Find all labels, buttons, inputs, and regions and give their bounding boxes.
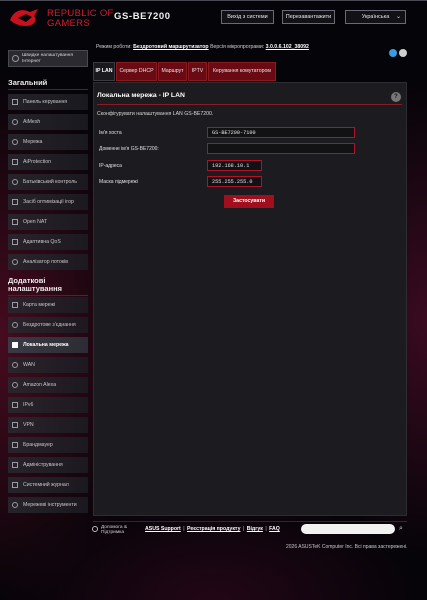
quick-setup-icon <box>12 55 19 62</box>
admin-icon <box>12 462 18 468</box>
page-title: Локальна мережа - IP LAN <box>97 92 185 99</box>
game-boost-icon <box>12 199 18 205</box>
globe-icon[interactable] <box>389 49 397 57</box>
dashboard-icon <box>12 99 18 105</box>
ip-address-label: IP-адреса <box>99 163 122 169</box>
search-icon[interactable]: ⌕ <box>399 525 403 533</box>
network-map-icon <box>12 302 18 308</box>
ipv6-icon <box>12 402 18 408</box>
sidebar-item-open-nat[interactable]: Open NAT <box>8 214 88 230</box>
general-section-title: Загальний <box>8 79 88 90</box>
language-select[interactable]: Українська ⌄ <box>345 10 406 24</box>
router-model: GS-BE7200 <box>114 11 171 22</box>
page-description: Сконфігурувати налаштування LAN GS-BE720… <box>97 111 214 117</box>
apply-button[interactable]: Застосувати <box>224 195 274 208</box>
tab-dhcp-server[interactable]: Сервер DHCP <box>116 62 157 81</box>
tab-route[interactable]: Маршрут <box>158 62 187 81</box>
sidebar-item-aiprotection[interactable]: AiProtection <box>8 154 88 170</box>
sidebar-item-wan[interactable]: WAN <box>8 357 88 373</box>
sidebar-item-system-log[interactable]: Системний журнал <box>8 477 88 493</box>
sidebar-item-network-tools[interactable]: Мережеві інструменти <box>8 497 88 513</box>
logout-button[interactable]: Вихід з системи <box>221 10 274 24</box>
operation-mode-link[interactable]: Бездротовий маршрутизатор <box>133 44 208 50</box>
wan-icon <box>12 362 18 368</box>
firmware-version-link[interactable]: 3.0.0.6.102_38092 <box>266 44 309 50</box>
sidebar-item-wireless[interactable]: Бездротове з'єднання <box>8 317 88 333</box>
status-line: Режим роботи: Бездротовий маршрутизатор … <box>96 44 309 50</box>
hostname-input[interactable] <box>207 127 355 138</box>
advanced-section-title: Додаткові налаштування <box>8 277 88 296</box>
sidebar-item-dashboard[interactable]: Панель керування <box>8 94 88 110</box>
quick-setup-button[interactable]: Швидке налаштування Інтернет <box>8 50 88 67</box>
help-support-icon <box>92 526 98 532</box>
system-log-icon <box>12 482 18 488</box>
lan-icon <box>12 342 18 348</box>
help-support-link[interactable]: Допомога & Підтримка <box>101 525 141 535</box>
sidebar-item-administration[interactable]: Адміністрування <box>8 457 88 473</box>
faq-link[interactable]: FAQ <box>269 526 280 532</box>
asus-support-link[interactable]: ASUS Support <box>145 526 181 532</box>
reboot-button[interactable]: Перезавантажити <box>282 10 335 24</box>
parental-icon <box>12 179 18 185</box>
sidebar-item-aimesh[interactable]: AiMesh <box>8 114 88 130</box>
subnet-mask-input[interactable] <box>207 176 262 187</box>
faq-search-input[interactable] <box>301 524 395 534</box>
rog-logo-icon <box>10 9 38 26</box>
open-nat-icon <box>12 219 18 225</box>
subnet-mask-label: Маска підмережі <box>99 179 138 185</box>
sidebar-item-vpn[interactable]: VPN <box>8 417 88 433</box>
settings-gear-icon[interactable] <box>399 49 407 57</box>
sidebar-item-network-map[interactable]: Карта мережі <box>8 297 88 313</box>
copyright-text: 2026 ASUSTeK Computer Inc. Всі права зас… <box>286 544 408 550</box>
domain-name-label: Доменне ім'я GS-BE7200: <box>99 146 159 152</box>
help-icon[interactable]: ? <box>391 92 401 102</box>
status-icons <box>389 44 409 62</box>
traffic-analyzer-icon <box>12 259 18 265</box>
product-registration-link[interactable]: Реєстрація продукту <box>187 526 240 532</box>
tab-ip-lan[interactable]: IP LAN <box>93 62 115 81</box>
ip-address-input[interactable] <box>207 160 262 171</box>
sidebar-item-network[interactable]: Мережа <box>8 134 88 150</box>
hostname-label: Ім'я хоста <box>99 130 122 136</box>
network-icon <box>12 139 18 145</box>
title-divider <box>97 104 402 105</box>
aimesh-icon <box>12 119 18 125</box>
footer-links: ASUS Support | Реєстрація продукту | Від… <box>145 526 280 532</box>
sidebar-item-alexa[interactable]: Amazon Alexa <box>8 377 88 393</box>
sidebar-item-adaptive-qos[interactable]: Адаптивна QoS <box>8 234 88 250</box>
tab-switch-control[interactable]: Керування комутатором <box>208 62 276 81</box>
wireless-icon <box>12 322 18 328</box>
sidebar-item-game-boost[interactable]: Засіб оптимізації ігор <box>8 194 88 210</box>
sidebar-item-ipv6[interactable]: IPv6 <box>8 397 88 413</box>
alexa-icon <box>12 382 18 388</box>
top-border <box>0 0 427 1</box>
footer-divider <box>93 521 407 522</box>
sidebar-item-parental-control[interactable]: Батьківський контроль <box>8 174 88 190</box>
sidebar-item-traffic-analyzer[interactable]: Аналізатор потоків <box>8 254 88 270</box>
tab-iptv[interactable]: IPTV <box>188 62 207 81</box>
sidebar-item-lan[interactable]: Локальна мережа <box>8 337 88 353</box>
feedback-link[interactable]: Відгук <box>247 526 263 532</box>
shield-icon <box>12 159 18 165</box>
brand-name: REPUBLIC OF GAMERS <box>47 8 114 29</box>
vpn-icon <box>12 422 18 428</box>
domain-name-input[interactable] <box>207 143 355 154</box>
firewall-icon <box>12 442 18 448</box>
sidebar-item-firewall[interactable]: Брандмауер <box>8 437 88 453</box>
chevron-down-icon: ⌄ <box>395 14 401 20</box>
language-value: Українська <box>361 14 390 20</box>
network-tools-icon <box>12 502 18 508</box>
qos-icon <box>12 239 18 245</box>
